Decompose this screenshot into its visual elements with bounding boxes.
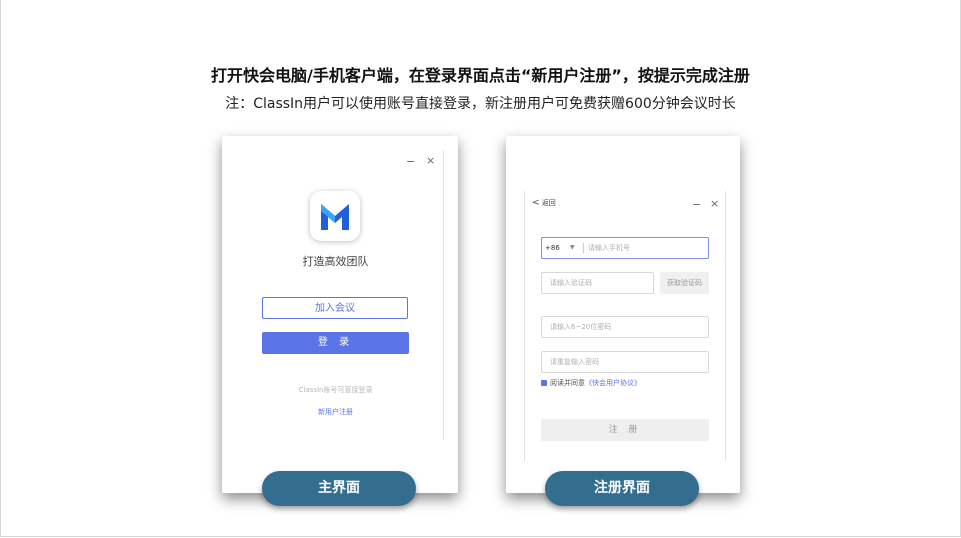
agreement-row: 阅读并同意《快会用户协议》 — [541, 378, 641, 388]
minimize-button[interactable]: − — [692, 198, 701, 211]
agree-checkbox[interactable] — [541, 380, 547, 386]
login-button[interactable]: 登 录 — [262, 332, 409, 354]
page-headline: 打开快会电脑/手机客户端，在登录界面点击“新用户注册”，按提示完成注册 — [211, 66, 750, 85]
window-divider-right — [725, 191, 726, 461]
window-divider-left — [524, 191, 525, 461]
verification-code-input[interactable]: 请输入验证码 — [541, 272, 654, 294]
back-label: 返回 — [541, 199, 556, 207]
back-button[interactable]: < 返回 — [532, 198, 556, 208]
chevron-down-icon[interactable]: ▼ — [570, 238, 575, 258]
close-button[interactable]: × — [426, 154, 435, 167]
minimize-button[interactable]: − — [406, 155, 415, 168]
country-code[interactable]: +86 — [545, 238, 560, 258]
slogan-text: 打造高效团队 — [302, 255, 369, 268]
field-separator — [583, 243, 584, 253]
confirm-password-input[interactable]: 请重复输入密码 — [541, 351, 709, 373]
register-button[interactable]: 注 册 — [541, 419, 709, 441]
agree-text: 阅读并同意 — [550, 379, 585, 387]
close-button[interactable]: × — [710, 197, 719, 210]
join-meeting-button[interactable]: 加入会议 — [262, 297, 408, 319]
window-divider — [443, 150, 444, 440]
m-logo-graphic — [321, 204, 349, 230]
register-window: < 返回 − × +86 ▼ 请输入手机号 请输入验证码 获取验证码 请输入6~… — [506, 136, 740, 493]
main-window: − × 打造高效团队 加入会议 登 录 ClassIn账号可直接登录 新用户注册 — [222, 136, 458, 493]
main-caption: 主界面 — [262, 471, 416, 506]
register-caption: 注册界面 — [545, 471, 699, 506]
page-subline: 注：ClassIn用户可以使用账号直接登录，新注册用户可免费获赠600分钟会议时… — [225, 96, 736, 112]
classin-hint: ClassIn账号可直接登录 — [298, 386, 373, 394]
get-code-button[interactable]: 获取验证码 — [660, 272, 709, 294]
back-arrow-icon: < — [532, 198, 540, 208]
phone-input[interactable]: +86 ▼ 请输入手机号 — [541, 237, 709, 259]
new-user-register-link[interactable]: 新用户注册 — [222, 407, 449, 417]
password-input[interactable]: 请输入6~20位密码 — [541, 316, 709, 338]
phone-placeholder: 请输入手机号 — [588, 244, 630, 252]
m-logo-icon — [310, 191, 360, 241]
user-agreement-link[interactable]: 《快会用户协议》 — [585, 379, 641, 387]
